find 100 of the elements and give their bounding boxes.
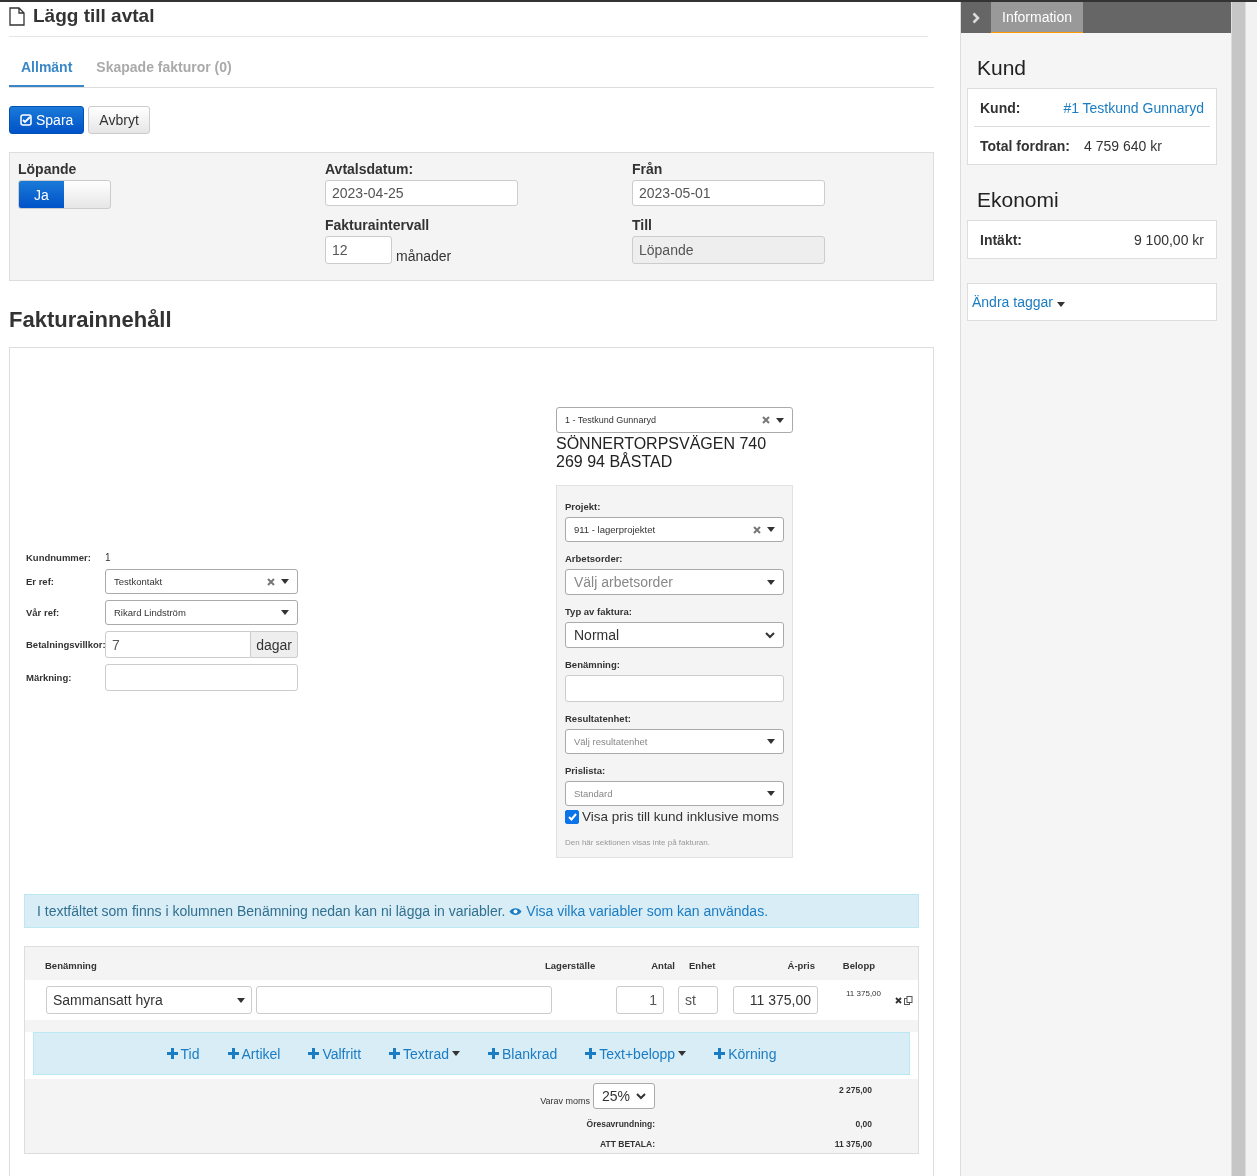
address-line: 269 94 BÅSTAD [556,453,674,471]
plus-icon [166,1048,178,1059]
document-icon [9,6,25,26]
caret-icon [452,1051,460,1056]
add-row-button[interactable]: Blankrad [488,1045,558,1062]
field-label: Från [632,161,664,177]
caret-icon [678,1051,687,1056]
plus-icon [389,1048,401,1059]
customer-select[interactable]: 1 - Testkund Gunnaryd [556,407,793,433]
customer-link[interactable]: #1 Testkund Gunnaryd [1063,100,1204,116]
price-field[interactable]: 11 375,00 [733,986,818,1014]
field-label: Till [632,217,653,233]
column-header: Á-pris [786,960,815,971]
total-label: ATT BETALA: [599,1138,655,1151]
field-label: Betalningsvillkor: [26,639,105,650]
description-field[interactable] [256,986,552,1014]
quantity-field[interactable]: 1 [616,986,664,1014]
field-label: Vår ref: [26,607,61,618]
caret-icon [776,417,784,423]
plus-icon [308,1048,320,1059]
caret-icon [281,579,289,584]
field-label: Löpande [18,161,78,177]
select-field[interactable]: Standard [565,781,784,806]
caret-icon [767,527,775,532]
save-button[interactable]: Spara [9,106,85,134]
total-value: 2 275,00 [837,1084,872,1097]
sidebar-tab[interactable]: Information [991,2,1084,33]
total-label: Varav moms [540,1096,590,1106]
scrollbar[interactable] [1232,2,1245,1176]
total-label: Öresavrundning: [585,1118,655,1129]
alert-text: I textfältet som finns i kolumnen Benämning nedan kan ni lägga in variabler. [37,903,506,919]
column-header: Antal [650,960,675,971]
section-note: Den här sektionen visas inte på fakturan. [565,838,711,847]
tags-link[interactable]: Ändra taggar [972,294,1065,310]
input-field[interactable]: 7 [105,631,252,658]
chevron-icon [636,1092,646,1100]
article-select[interactable]: Sammansatt hyra [46,986,252,1014]
date-field[interactable]: 2023-05-01 [632,180,825,206]
variables-link[interactable]: Visa vilka variabler som kan användas. [509,903,769,919]
input-field[interactable]: 12 [325,236,392,264]
select-field[interactable]: Testkontakt [105,569,298,594]
clear-icon[interactable] [762,416,770,424]
checkbox[interactable] [565,809,579,824]
caret-icon [1056,302,1065,307]
input-field[interactable] [565,675,784,702]
add-row-button[interactable]: Textrad [389,1045,460,1062]
caret-icon [767,739,775,744]
field-label: Kundnummer: [26,552,92,563]
info-label: Kund: [980,100,1021,116]
cancel-button[interactable]: Avbryt [88,106,150,134]
chevron-right-icon[interactable] [972,11,980,24]
column-header: Lagerställe [545,960,597,971]
field-label: Benämning: [565,659,621,670]
column-header: Benämning [45,960,98,971]
select-field[interactable]: Rikard Lindström [105,600,298,625]
date-field[interactable]: 2023-04-25 [325,180,518,206]
sidebar-heading: Ekonomi [977,188,1060,212]
caret-icon [281,610,289,615]
field-label: Prislista: [565,765,607,776]
field-label: Typ av faktura: [565,606,633,617]
total-value: 0,00 [854,1118,872,1129]
eye-icon [509,907,523,916]
plus-icon [714,1048,726,1059]
checkbox-label: Visa pris till kund inklusive moms [582,809,780,824]
info-value: 4 759 640 kr [1083,138,1162,154]
page-title: Lägg till avtal [33,5,155,27]
clear-icon[interactable] [753,525,761,534]
copy-icon[interactable] [904,995,913,1005]
plus-icon [227,1048,239,1059]
delete-icon[interactable] [895,996,902,1004]
add-row-button[interactable]: Text+belopp [585,1045,687,1062]
info-value: 9 100,00 kr [1133,232,1204,248]
toggle-switch[interactable]: Ja [18,180,111,209]
check-square-icon [20,114,32,126]
select-field[interactable]: Välj arbetsorder [565,569,784,595]
address-line: SÖNNERTORPSVÄGEN 740 [556,435,768,452]
total-value: 11 375,00 [833,1138,872,1151]
field-label: Märkning: [26,672,73,683]
add-row-button[interactable]: Tid [166,1045,200,1062]
column-header: Enhet [688,960,717,971]
plus-icon [585,1048,597,1059]
unit-field[interactable]: st [678,986,718,1014]
info-label: Total fordran: [980,138,1070,154]
select-field[interactable]: 911 - lagerprojektet [565,517,784,542]
chevron-icon [765,631,775,639]
select-field[interactable]: Välj resultatenhet [565,729,784,754]
caret-icon [767,791,775,796]
field-value: 1 [105,552,112,563]
clear-icon[interactable] [267,577,275,586]
select-field[interactable]: Normal [565,622,784,648]
field-label: Resultatenhet: [565,713,632,724]
add-row-button[interactable]: Artikel [227,1045,281,1062]
column-header: Belopp [841,960,875,971]
field-label: Projekt: [565,501,602,512]
input-field[interactable] [105,664,298,691]
vat-select[interactable]: 25% [593,1083,655,1109]
caret-icon [237,997,245,1003]
add-row-button[interactable]: Valfritt [308,1045,362,1062]
tab[interactable]: Allmänt [9,47,85,87]
add-row-button[interactable]: Körning [714,1045,777,1062]
